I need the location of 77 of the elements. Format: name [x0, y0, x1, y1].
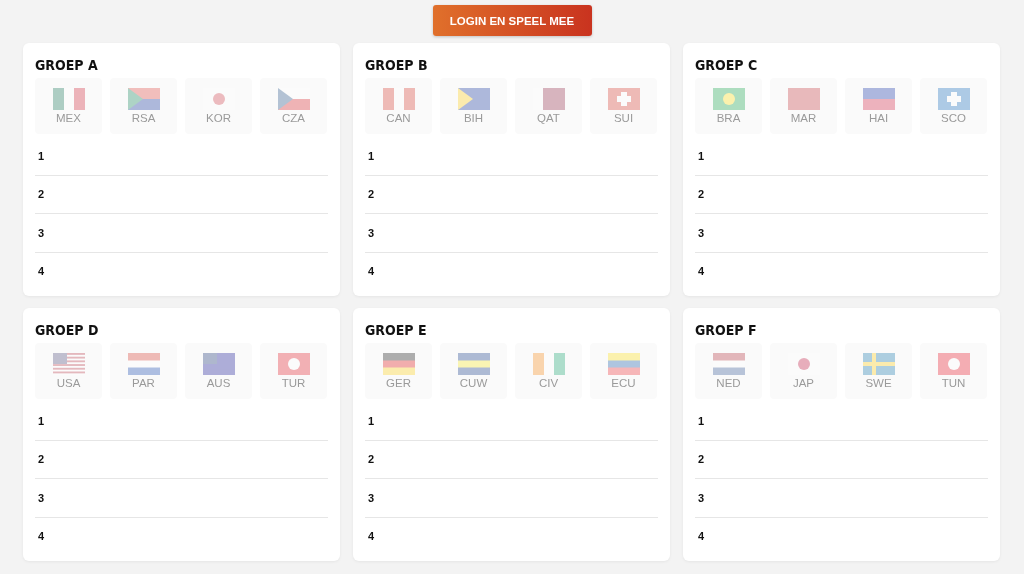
- flag-icon: [607, 88, 640, 110]
- flag-icon: [607, 353, 640, 375]
- flag-icon: [457, 88, 490, 110]
- team-code: KOR: [206, 112, 231, 124]
- rank-number: 4: [698, 265, 705, 278]
- team-code: HAI: [868, 112, 889, 124]
- team-code: CUW: [459, 377, 488, 389]
- rank-number: 1: [368, 149, 375, 162]
- rank-number: 2: [368, 188, 375, 201]
- flag-icon: [457, 353, 490, 375]
- rank-number: 3: [368, 491, 375, 504]
- rank-number: 3: [368, 226, 375, 239]
- rank-number: 1: [38, 414, 45, 427]
- flag-icon: [862, 353, 895, 375]
- flag-icon: [127, 88, 160, 110]
- team-code: CZA: [282, 112, 305, 124]
- team-code: NED: [716, 377, 741, 389]
- rank-number: 2: [698, 188, 705, 201]
- team-code: GER: [386, 377, 411, 389]
- flag-icon: [862, 88, 895, 110]
- team-code: BIH: [463, 112, 484, 124]
- rank-number: 2: [38, 453, 45, 466]
- group-title: GROEP D: [35, 321, 100, 340]
- team-code: TUN: [941, 377, 966, 389]
- rank-number: 3: [38, 226, 45, 239]
- rank-number: 1: [698, 149, 705, 162]
- flag-icon: [382, 88, 415, 110]
- flag-icon: [532, 353, 565, 375]
- team-code: USA: [56, 377, 81, 389]
- team-code: AUS: [206, 377, 231, 389]
- rank-number: 1: [38, 149, 45, 162]
- group-title: GROEP C: [695, 56, 759, 75]
- flag-icon: [382, 353, 415, 375]
- flag-icon: [532, 88, 565, 110]
- team-code: CIV: [538, 377, 559, 389]
- team-code: QAT: [537, 112, 560, 124]
- rank-number: 1: [698, 414, 705, 427]
- group-title: GROEP F: [695, 321, 758, 340]
- team-code: RSA: [131, 112, 156, 124]
- rank-number: 1: [368, 414, 375, 427]
- rank-number: 3: [698, 226, 705, 239]
- team-code: TUR: [281, 377, 306, 389]
- rank-number: 3: [38, 491, 45, 504]
- team-code: SUI: [613, 112, 634, 124]
- rank-number: 2: [368, 453, 375, 466]
- team-code: ECU: [611, 377, 636, 389]
- flag-icon: [712, 353, 745, 375]
- rank-number: 2: [38, 188, 45, 201]
- group-title: GROEP B: [365, 56, 429, 75]
- flag-icon: [712, 88, 745, 110]
- flag-icon: [787, 88, 820, 110]
- team-code: BRA: [716, 112, 741, 124]
- flag-icon: [127, 353, 160, 375]
- team-code: MEX: [56, 112, 81, 124]
- flag-icon: [52, 88, 85, 110]
- rank-number: 4: [368, 530, 375, 543]
- group-title: GROEP E: [365, 321, 428, 340]
- team-code: MAR: [790, 112, 817, 124]
- rank-number: 4: [368, 265, 375, 278]
- flag-icon: [202, 353, 235, 375]
- group-title: GROEP A: [35, 56, 99, 75]
- rank-number: 4: [38, 265, 45, 278]
- rank-number: 4: [38, 530, 45, 543]
- flag-icon: [52, 353, 85, 375]
- rank-number: 2: [698, 453, 705, 466]
- login-button[interactable]: LOGIN EN SPEEL MEE: [432, 5, 592, 36]
- flag-icon: [937, 353, 970, 375]
- team-code: CAN: [386, 112, 411, 124]
- rank-number: 4: [698, 530, 705, 543]
- team-code: PAR: [132, 377, 155, 389]
- rank-number: 3: [698, 491, 705, 504]
- flag-icon: [277, 353, 310, 375]
- flag-icon: [937, 88, 970, 110]
- flag-icon: [277, 88, 310, 110]
- team-code: JAP: [792, 377, 815, 389]
- team-code: SCO: [941, 112, 966, 124]
- team-code: SWE: [865, 377, 892, 389]
